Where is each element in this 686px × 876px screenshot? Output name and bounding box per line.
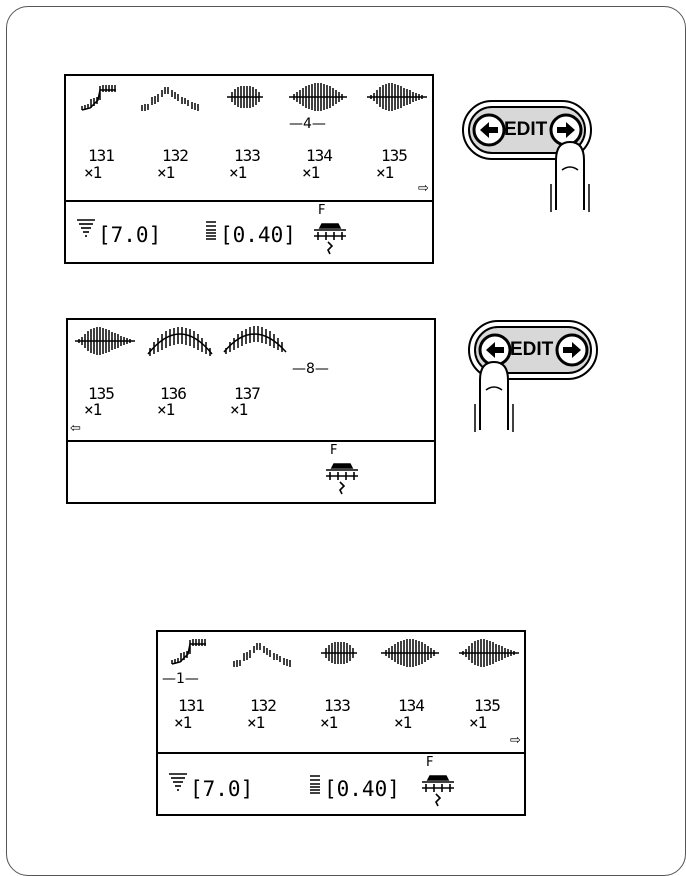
presser-foot-icon [326, 463, 358, 495]
pattern-number: 131 [88, 146, 115, 165]
pattern-multiplier: ×1 [84, 400, 102, 419]
presser-foot-label: F [426, 755, 434, 770]
edit-button-hand-graphic [462, 100, 592, 212]
lcd-panel-1: —4— 131 132 133 134 135 ×1 ×1 ×1 ×1 ×1 ⇨… [64, 74, 434, 264]
stitch-131-icon[interactable] [80, 82, 132, 112]
repeat-count-label: —8— [292, 361, 329, 377]
stitch-132-icon[interactable] [232, 638, 300, 668]
stitch-131-icon[interactable] [170, 636, 222, 666]
pattern-multiplier: ×1 [157, 163, 175, 182]
pattern-multiplier: ×1 [302, 163, 320, 182]
edit-button-label: EDIT [504, 119, 548, 140]
lcd-divider [158, 752, 524, 754]
stitch-133-icon[interactable] [320, 638, 358, 668]
stitch-137-icon[interactable] [222, 322, 288, 356]
pattern-number: 133 [324, 696, 351, 715]
stitch-134-icon[interactable] [288, 80, 348, 114]
pattern-number: 132 [250, 696, 277, 715]
edit-button-panel-2[interactable]: EDIT [466, 318, 606, 438]
presser-foot-indicator: F [420, 756, 460, 814]
presser-foot-icon [314, 223, 346, 255]
repeat-count-label: —4— [289, 116, 326, 132]
stitch-length-icon [310, 775, 320, 794]
edit-button-panel-1[interactable]: EDIT [460, 98, 600, 218]
stitch-width-icon [169, 773, 187, 791]
stitch-133-icon[interactable] [226, 82, 264, 112]
scroll-right-arrow-icon: ⇨ [510, 733, 521, 748]
pattern-number: 133 [234, 146, 261, 165]
stitch-132-icon[interactable] [140, 82, 208, 112]
stitch-width-value: [7.0] [190, 777, 254, 801]
presser-foot-indicator: F [312, 204, 352, 262]
pattern-multiplier: ×1 [229, 163, 247, 182]
pattern-multiplier: ×1 [230, 400, 248, 419]
stitch-width-value: [7.0] [98, 223, 162, 247]
presser-foot-label: F [330, 443, 338, 458]
presser-foot-icon [422, 775, 454, 807]
stitch-135-icon[interactable] [366, 80, 428, 114]
pattern-number: 134 [398, 696, 425, 715]
stitch-135-icon[interactable] [458, 636, 520, 670]
lcd-divider [68, 440, 434, 442]
repeat-count-label: —1— [162, 671, 199, 687]
pattern-multiplier: ×1 [157, 400, 175, 419]
edit-button-label: EDIT [510, 339, 554, 360]
stitch-width-icon [77, 219, 95, 237]
stitch-135-icon[interactable] [74, 324, 136, 358]
presser-foot-label: F [318, 203, 326, 218]
scroll-left-arrow-icon: ⇦ [70, 421, 81, 436]
pattern-number: 131 [178, 696, 205, 715]
stitch-134-icon[interactable] [380, 636, 440, 670]
stitch-length-icon [206, 221, 216, 240]
stitch-length-value: [0.40] [220, 223, 296, 247]
pattern-number: 134 [306, 146, 333, 165]
presser-foot-indicator: F [324, 444, 364, 502]
lcd-panel-2: —8— 135 136 137 ×1 ×1 ×1 ⇦ F [66, 318, 436, 504]
pattern-number: 135 [474, 696, 501, 715]
edit-button-hand-graphic [468, 320, 598, 432]
pattern-multiplier: ×1 [394, 713, 412, 732]
pattern-multiplier: ×1 [84, 163, 102, 182]
lcd-divider [66, 200, 432, 202]
pattern-multiplier: ×1 [174, 713, 192, 732]
stitch-length-value: [0.40] [324, 777, 400, 801]
lcd-panel-3: —1— 131 132 133 134 135 ×1 ×1 ×1 ×1 ×1 ⇨… [156, 630, 526, 816]
scroll-right-arrow-icon: ⇨ [418, 181, 429, 196]
pattern-number: 132 [162, 146, 189, 165]
stitch-136-icon[interactable] [146, 324, 214, 358]
pattern-multiplier: ×1 [247, 713, 265, 732]
pattern-multiplier: ×1 [320, 713, 338, 732]
pattern-multiplier: ×1 [469, 713, 487, 732]
pattern-number: 135 [381, 146, 408, 165]
pattern-multiplier: ×1 [376, 163, 394, 182]
